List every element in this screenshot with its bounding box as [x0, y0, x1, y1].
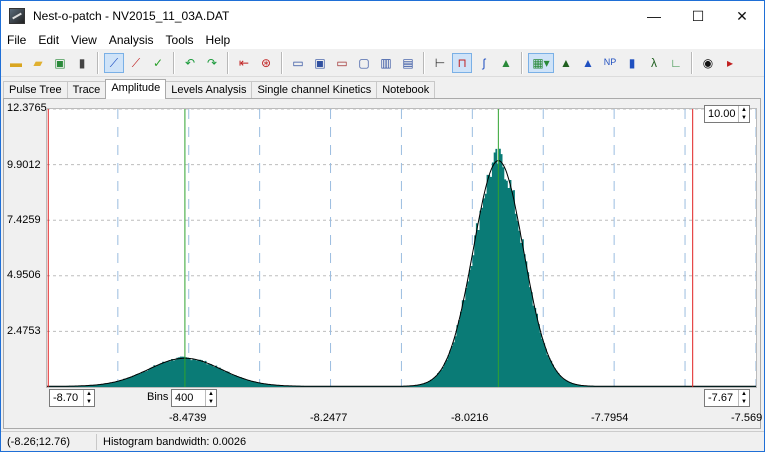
y-tick-label: 12.3765 [7, 102, 47, 114]
histogram-green-icon[interactable]: ▲ [496, 53, 516, 73]
window-title: Nest-o-patch - NV2015_11_03A.DAT [33, 9, 230, 23]
cursor-coords: (-8.26;12.76) [1, 433, 97, 450]
undo-icon[interactable]: ↶ [180, 53, 200, 73]
eye-icon[interactable]: ◉ [698, 53, 718, 73]
more-icon[interactable]: ▸ [720, 53, 740, 73]
status-bar: (-8.26;12.76) Histogram bandwidth: 0.002… [1, 431, 764, 451]
tab-pulse-tree[interactable]: Pulse Tree [3, 81, 68, 99]
screen-red-icon[interactable]: ▭ [332, 53, 352, 73]
bins-label: Bins [147, 391, 169, 403]
bar-histogram-icon[interactable]: ▮ [622, 53, 642, 73]
y-tick-label: 2.4753 [7, 325, 41, 337]
x-tick-label: -7.7954 [591, 412, 629, 424]
tab-notebook[interactable]: Notebook [376, 81, 436, 99]
x-tick-label: -8.4739 [169, 412, 207, 424]
menu-analysis[interactable]: Analysis [103, 33, 160, 47]
accept-check-icon[interactable]: ✓ [148, 53, 168, 73]
zoom-screen-icon[interactable]: ▣ [310, 53, 330, 73]
close-button[interactable]: ✕ [720, 1, 764, 31]
x-min-value[interactable]: -8.70 [50, 392, 83, 404]
spin-up-icon[interactable]: ▲ [739, 106, 749, 114]
y-tick-label: 4.9506 [7, 269, 41, 281]
spin-up-icon[interactable]: ▲ [84, 390, 94, 398]
app-logo-icon [9, 8, 25, 24]
menu-file[interactable]: File [1, 33, 32, 47]
y-max-spinner[interactable]: 10.00 ▲ ▼ [704, 105, 750, 123]
spin-up-icon[interactable]: ▲ [739, 390, 749, 398]
histogram-plot[interactable] [46, 108, 757, 388]
layout-dropdown-icon[interactable]: ▦▾ [528, 52, 554, 73]
bins-value[interactable]: 400 [172, 392, 205, 404]
record-icon[interactable]: ⊛ [256, 53, 276, 73]
lambda-icon[interactable]: λ [644, 53, 664, 73]
x-max-value[interactable]: -7.67 [705, 392, 738, 404]
menu-view[interactable]: View [65, 33, 103, 47]
kinetics-icon[interactable]: ʃ [474, 53, 494, 73]
x-tick-label: -8.0216 [451, 412, 489, 424]
x-max-spinner[interactable]: -7.67 ▲ ▼ [704, 389, 750, 407]
tab-trace[interactable]: Trace [66, 81, 107, 99]
screen-split-icon[interactable]: ▤ [398, 53, 418, 73]
x-min-spinner[interactable]: -8.70 ▲ ▼ [49, 389, 95, 407]
save-icon[interactable]: ▣ [50, 53, 70, 73]
multi-peak-icon[interactable]: ▲ [578, 53, 598, 73]
trace-fit-icon[interactable]: ⟋ [104, 52, 124, 73]
spin-up-icon[interactable]: ▲ [206, 390, 216, 398]
tab-levels-analysis[interactable]: Levels Analysis [165, 81, 253, 99]
cut-segment-icon[interactable]: ⇤ [234, 53, 254, 73]
cursor-bounds-icon[interactable]: ⊢ [430, 53, 450, 73]
np-icon[interactable]: NP [600, 53, 620, 73]
grid [47, 108, 757, 387]
decay-icon[interactable]: ∟ [666, 53, 686, 73]
tab-strip: Pulse Tree Trace Amplitude Levels Analys… [3, 79, 436, 99]
spin-down-icon[interactable]: ▼ [84, 398, 94, 406]
y-tick-label: 9.9012 [7, 159, 41, 171]
menu-edit[interactable]: Edit [32, 33, 65, 47]
tab-amplitude[interactable]: Amplitude [105, 79, 167, 99]
multi-fit-icon[interactable]: ⟋ [126, 53, 146, 73]
menu-bar: File Edit View Analysis Tools Help [1, 31, 764, 49]
peak-icon[interactable]: ▲ [556, 53, 576, 73]
redo-icon[interactable]: ↷ [202, 53, 222, 73]
histogram-bandwidth: Histogram bandwidth: 0.0026 [103, 435, 247, 448]
screen-channels-icon[interactable]: ▥ [376, 53, 396, 73]
screen-fit-icon[interactable]: ▢ [354, 53, 374, 73]
open-file-icon[interactable]: ▰ [28, 53, 48, 73]
x-tick-label: -7.569 [731, 412, 763, 424]
spin-down-icon[interactable]: ▼ [206, 398, 216, 406]
histogram-svg[interactable] [47, 108, 757, 387]
tab-single-channel-kinetics[interactable]: Single channel Kinetics [251, 81, 378, 99]
spin-down-icon[interactable]: ▼ [739, 398, 749, 406]
toolbar: ▬ ▰ ▣ ▮ ⟋ ⟋ ✓ ↶ ↷ ⇤ ⊛ ▭ ▣ ▭ ▢ ▥ ▤ ⊢ ⊓ ʃ … [1, 49, 764, 77]
spin-down-icon[interactable]: ▼ [739, 114, 749, 122]
pulse-icon[interactable]: ⊓ [452, 52, 472, 73]
minimize-button[interactable]: — [632, 1, 676, 31]
menu-tools[interactable]: Tools [160, 33, 200, 47]
title-bar[interactable]: Nest-o-patch - NV2015_11_03A.DAT — ☐ ✕ [1, 1, 764, 31]
y-max-value[interactable]: 10.00 [705, 108, 738, 120]
app-window: Nest-o-patch - NV2015_11_03A.DAT — ☐ ✕ F… [0, 0, 765, 452]
menu-help[interactable]: Help [200, 33, 237, 47]
x-tick-label: -8.2477 [310, 412, 348, 424]
monitor-icon[interactable]: ▭ [288, 53, 308, 73]
maximize-button[interactable]: ☐ [676, 1, 720, 31]
export-icon[interactable]: ▮ [72, 53, 92, 73]
bins-spinner[interactable]: 400 ▲ ▼ [171, 389, 217, 407]
open-folder-icon[interactable]: ▬ [6, 53, 26, 73]
y-tick-label: 7.4259 [7, 214, 41, 226]
